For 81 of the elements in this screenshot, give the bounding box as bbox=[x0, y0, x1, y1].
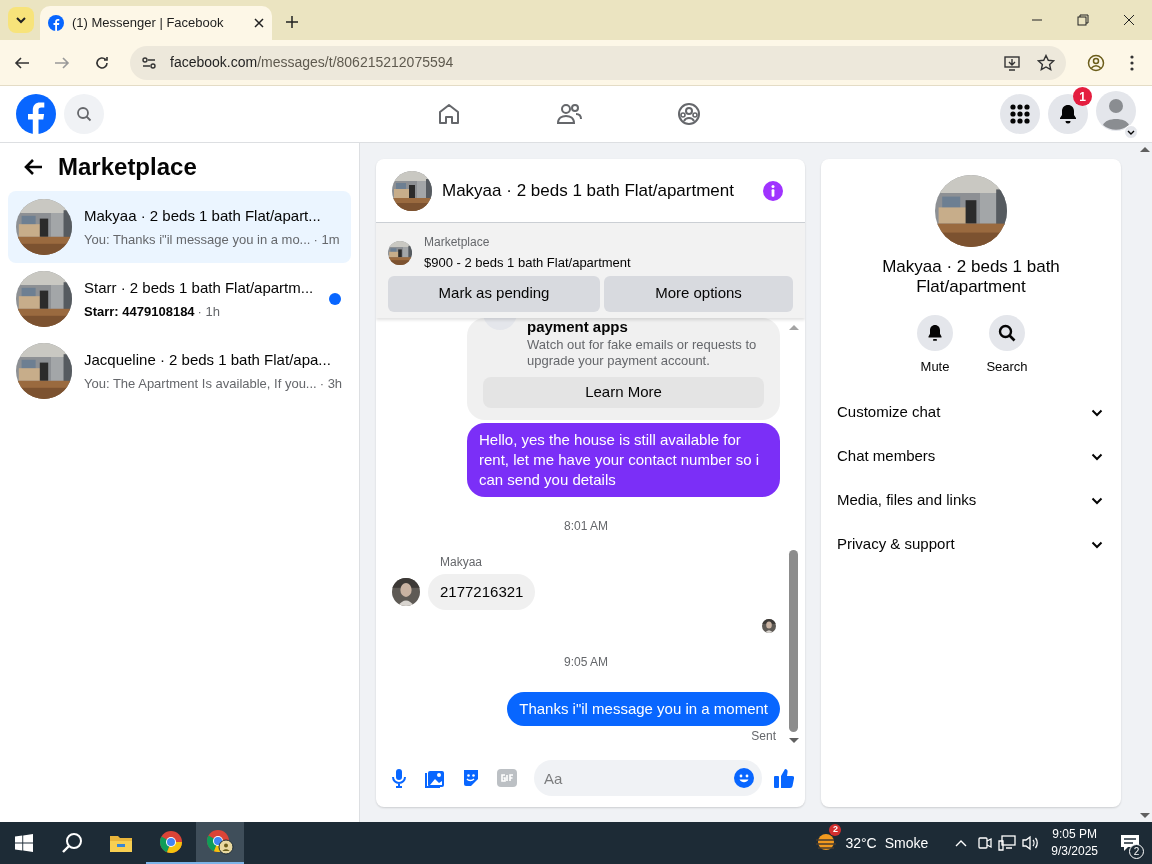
message-bubble: Hello, yes the house is still available for rent, let me have your contact number so i can send you details bbox=[467, 422, 780, 497]
menu-grid-button[interactable] bbox=[1000, 94, 1040, 134]
facebook-logo[interactable] bbox=[16, 94, 56, 134]
section-row[interactable]: Media, files and links bbox=[837, 478, 1105, 523]
sidebar-title: Marketplace bbox=[58, 152, 197, 182]
chevron-down-icon[interactable] bbox=[1091, 452, 1103, 461]
message-bubble: 2177216321 bbox=[428, 573, 536, 610]
message-preview: You: Thanks i"il message you in a mo... bbox=[84, 230, 311, 249]
conversation-item[interactable]: Makyaa · 2 beds 1 bath Flat/apart... You: Thanks i"il message you in a mo... · 1m bbox=[8, 191, 351, 263]
timestamp: 8:01 AM bbox=[564, 517, 608, 535]
chevron-down-icon[interactable] bbox=[1091, 408, 1103, 417]
conversation-name: Starr · 2 beds 1 bath Flat/apartm... bbox=[84, 278, 315, 298]
chevron-down-icon[interactable] bbox=[1091, 540, 1103, 549]
message-preview: You: The Apartment Is available, If you... bbox=[84, 374, 317, 393]
chat-title: Makyaa · 2 beds 1 bath Flat/apartment bbox=[442, 179, 735, 202]
search-icon[interactable] bbox=[61, 832, 83, 854]
clock[interactable]: 9:05 PM 9/3/2025 bbox=[1051, 826, 1098, 860]
back-arrow-icon[interactable] bbox=[14, 54, 30, 71]
section-title: Privacy & support bbox=[837, 534, 955, 555]
reload-icon[interactable] bbox=[94, 54, 110, 71]
section-row[interactable]: Customize chat bbox=[837, 390, 1105, 435]
forward-arrow-icon[interactable] bbox=[54, 54, 70, 71]
timestamp: 9:05 AM bbox=[564, 654, 608, 671]
clock-date: 9/3/2025 bbox=[1051, 843, 1098, 860]
bell-icon[interactable] bbox=[926, 324, 944, 342]
weather-condition: Smoke bbox=[884, 833, 929, 853]
grid-icon[interactable] bbox=[1010, 104, 1030, 124]
tab-list-button[interactable] bbox=[8, 7, 34, 33]
clock-time: 9:05 PM bbox=[1052, 826, 1097, 843]
listing-label: Marketplace bbox=[424, 234, 491, 251]
search-button[interactable] bbox=[989, 315, 1025, 351]
conversation-name: Makyaa · 2 beds 1 bath Flat/apart... bbox=[84, 206, 322, 226]
section-row[interactable]: Chat members bbox=[837, 434, 1105, 479]
message-input[interactable]: Aa bbox=[534, 760, 762, 796]
info-icon[interactable] bbox=[763, 180, 783, 201]
facebook-icon bbox=[48, 15, 64, 31]
sender-name: Makyaa bbox=[440, 553, 484, 571]
caret-icon[interactable] bbox=[1124, 124, 1138, 139]
url-text: facebook.com/messages/t/806215212075594 bbox=[170, 53, 455, 72]
plus-icon[interactable] bbox=[286, 16, 298, 28]
temperature: 32°C bbox=[845, 833, 877, 853]
section-title: Media, files and links bbox=[837, 490, 977, 511]
browser-tab[interactable]: (1) Messenger | Facebook bbox=[40, 6, 272, 40]
notice-text: Watch out for fake emails or requests to upgrade your payment account. bbox=[527, 336, 758, 369]
chevron-down-icon[interactable] bbox=[15, 14, 27, 26]
notification-badge: 1 bbox=[1073, 87, 1092, 106]
weather-badge: 2 bbox=[829, 824, 842, 836]
conversation-name: Jacqueline · 2 beds 1 bath Flat/apa... bbox=[84, 350, 332, 370]
listing-title: $900 - 2 beds 1 bath Flat/apartment bbox=[424, 254, 631, 272]
emoji-icon[interactable] bbox=[734, 768, 754, 788]
close-icon[interactable] bbox=[254, 18, 264, 28]
search-icon[interactable] bbox=[998, 324, 1016, 342]
restore-icon[interactable] bbox=[1077, 14, 1089, 26]
like-icon[interactable] bbox=[772, 766, 796, 790]
message-preview: Starr: 4479108184 bbox=[84, 302, 195, 321]
mute-button[interactable] bbox=[917, 315, 953, 351]
section-row[interactable]: Privacy & support bbox=[837, 522, 1105, 567]
bell-icon[interactable] bbox=[1058, 104, 1078, 124]
tab-title: (1) Messenger | Facebook bbox=[72, 14, 225, 33]
message-bubble: Thanks i"il message you in a moment bbox=[507, 692, 780, 726]
close-icon[interactable] bbox=[1123, 14, 1135, 26]
chevron-down-icon[interactable] bbox=[1091, 496, 1103, 505]
action-label: Search bbox=[986, 358, 1028, 376]
notice-heading: payment apps bbox=[527, 317, 629, 336]
contact-name: Makyaa · 2 beds 1 bath Flat/apartment bbox=[881, 257, 1061, 297]
windows-logo[interactable] bbox=[15, 834, 33, 852]
section-title: Chat members bbox=[837, 446, 936, 467]
message-status: Sent bbox=[751, 728, 776, 745]
notifications-button[interactable] bbox=[1048, 94, 1088, 134]
address-bar[interactable]: facebook.com/messages/t/806215212075594 bbox=[130, 45, 1066, 80]
message-time: · 1m bbox=[313, 230, 340, 249]
notification-count: 2 bbox=[1129, 844, 1144, 859]
browser-profile-icon[interactable] bbox=[196, 822, 244, 864]
listing-button[interactable]: Mark as pending bbox=[388, 275, 600, 312]
action-label: Mute bbox=[920, 358, 950, 376]
section-title: Customize chat bbox=[837, 402, 941, 423]
message-time: · 3h bbox=[319, 374, 343, 393]
learn-more-button[interactable]: Learn More bbox=[483, 376, 764, 408]
listing-button[interactable]: More options bbox=[604, 275, 793, 312]
menu-dots-icon[interactable] bbox=[1130, 54, 1134, 71]
message-time: · 1h bbox=[197, 302, 220, 321]
